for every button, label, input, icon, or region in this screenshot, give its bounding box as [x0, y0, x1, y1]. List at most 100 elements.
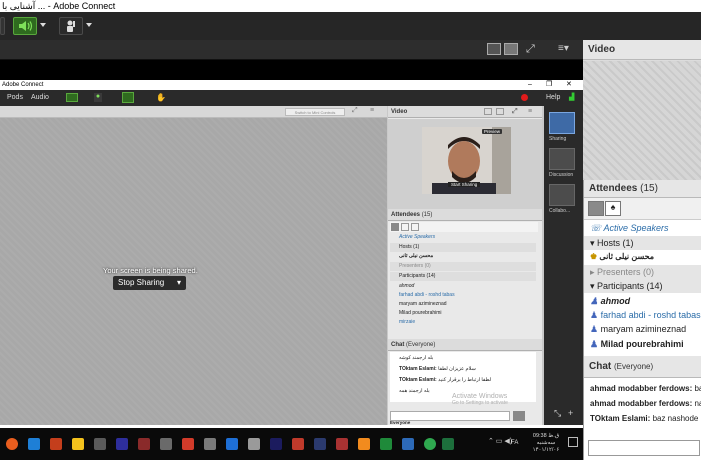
speaker-dropdown-icon[interactable] [40, 23, 46, 27]
inner-participants-group[interactable]: Participants (14) [390, 272, 536, 281]
participant-row[interactable]: ♟ Milad pourebrahimi [584, 337, 701, 351]
app-icon[interactable] [226, 438, 238, 450]
pod-menu-icon[interactable]: ≡ [528, 106, 532, 118]
layout-thumb-sharing[interactable] [549, 112, 575, 134]
window-title-bar: آشنایی با ... - Adobe Connect [0, 0, 701, 12]
inner-chat-sender: TOktam Eslami: [399, 377, 437, 383]
inner-chat-text: لطفا ارتباط را برقرار کنید [438, 377, 492, 383]
collapse-layouts-icon[interactable]: ⤡ [554, 408, 561, 419]
pod-menu-icon[interactable]: ≡▾ [558, 43, 574, 55]
notification-icon[interactable] [568, 437, 578, 447]
illustrator-icon[interactable] [358, 438, 370, 450]
presenters-group[interactable]: ▸ Presenters (0) [584, 265, 701, 279]
dropdown-icon: ▾ [176, 278, 181, 287]
app-icon[interactable] [160, 438, 172, 450]
language-indicator[interactable]: FA [511, 440, 518, 446]
status-dropdown-icon[interactable] [86, 23, 92, 27]
edge-icon[interactable] [28, 438, 40, 450]
inner-participant-row[interactable]: maryam azimineznad [390, 300, 536, 309]
tray-icons[interactable]: ⌃ ▭ ◀) [488, 437, 512, 445]
send-icon[interactable] [513, 411, 525, 421]
excel-icon[interactable] [442, 438, 454, 450]
participants-group[interactable]: ▾ Participants (14) [584, 279, 701, 293]
inner-participant-row[interactable]: mirzaie [390, 318, 536, 327]
layout-full-icon[interactable] [504, 43, 518, 55]
app-icon[interactable] [248, 438, 260, 450]
fullscreen-icon[interactable]: ⤢ [512, 106, 518, 118]
raise-hand-button[interactable] [59, 17, 83, 35]
attendees-pod: Attendees (15) ♠ ☏ Active Speakers ▾ Hos… [583, 180, 701, 356]
inner-chat-scope: (Everyone) [406, 342, 436, 348]
app-icon[interactable] [94, 438, 106, 450]
window-title: آشنایی با ... - Adobe Connect [2, 1, 116, 11]
raise-hand-icon[interactable]: ✋ [156, 93, 166, 102]
layout-fit-icon[interactable] [487, 43, 501, 55]
windows-taskbar: ⌃ ▭ ◀) FA 09:38 ق.ظ سه‌شنبه ۱۴۰۱/۱۲/۰۶ [0, 428, 583, 460]
inner-host-row[interactable]: محسن نیلی ثانی [390, 252, 536, 261]
inner-participant-row[interactable]: Milad pourebrahimi [390, 309, 536, 318]
minimize-icon[interactable]: – [528, 80, 532, 90]
clock[interactable]: 09:38 ق.ظ سه‌شنبه ۱۴۰۱/۱۲/۰۶ [525, 433, 567, 454]
mic-icon[interactable]: ● [94, 93, 102, 102]
mini-controls-button[interactable]: Switch to Mini Controls [285, 108, 345, 116]
start-sharing-button[interactable]: Start Sharing [448, 182, 481, 187]
firefox-icon[interactable] [6, 438, 18, 450]
app-icon[interactable] [380, 438, 392, 450]
attendee-status-icon[interactable]: ♠ [605, 201, 621, 216]
menu-pods[interactable]: Pods [7, 94, 23, 101]
speaker-button[interactable] [13, 17, 37, 35]
participant-row[interactable]: ♟ maryam azimineznad [584, 322, 701, 336]
participant-row[interactable]: ♟ farhad abdi - roshd tabas [584, 308, 701, 322]
app-icon[interactable] [204, 438, 216, 450]
grid-view-icon[interactable] [401, 223, 409, 231]
webcam-icon[interactable] [122, 92, 134, 103]
inner-presenters-label: Presenters (0) [399, 263, 431, 269]
layout-icon[interactable] [484, 108, 492, 115]
share-pod-top-gap [0, 60, 583, 80]
list-view-icon[interactable] [391, 223, 399, 231]
share-pod-header: ⤢ ≡▾ [0, 40, 583, 60]
explorer-icon[interactable] [72, 438, 84, 450]
hosts-group[interactable]: ▾ Hosts (1) [584, 236, 701, 250]
chrome-icon[interactable] [424, 438, 436, 450]
layout-thumb-discussion[interactable] [549, 148, 575, 170]
status-view-icon[interactable] [411, 223, 419, 231]
inner-participant-row[interactable]: farhad abdi - roshd tabas [390, 291, 536, 300]
participant-row[interactable]: ♟ ahmod [584, 294, 701, 308]
inner-participant-row[interactable]: ahmod [390, 282, 536, 291]
photoshop-icon[interactable] [270, 438, 282, 450]
powerpoint-icon[interactable] [50, 438, 62, 450]
menu-help[interactable]: Help [546, 94, 560, 101]
inner-chat-text: سلام عزیزان لطفا [438, 366, 476, 372]
app-icon[interactable] [182, 438, 194, 450]
speaker-icon-small: ☏ [590, 223, 602, 233]
inner-window-title: Adobe Connect [2, 82, 44, 88]
inner-hosts-group[interactable]: Hosts (1) [390, 243, 536, 252]
app-icon[interactable] [138, 438, 150, 450]
add-layout-icon[interactable]: + [568, 408, 573, 418]
list-view-icon[interactable] [588, 201, 604, 216]
pod-menu-icon[interactable]: ≡ [370, 107, 374, 114]
fullscreen-icon[interactable]: ⤢ [352, 107, 358, 115]
stop-sharing-button[interactable]: Stop Sharing ▾ [113, 276, 186, 290]
layout-thumb-collaboration[interactable] [549, 184, 575, 206]
app-icon[interactable] [292, 438, 304, 450]
layout-icon[interactable] [496, 108, 504, 115]
main-toolbar [0, 12, 701, 40]
inner-attendees-count: (15) [421, 212, 433, 218]
host-row[interactable]: ♚ محسن نیلی ثانی [584, 250, 701, 264]
app-icon[interactable] [402, 438, 414, 450]
inner-presenters-group[interactable]: Presenters (0) [390, 262, 536, 271]
app-icon[interactable] [116, 438, 128, 450]
inner-participants-label: Participants (14) [399, 273, 436, 279]
app-icon[interactable] [336, 438, 348, 450]
fullscreen-icon[interactable]: ⤢ [526, 43, 538, 55]
speaker-icon[interactable] [66, 93, 78, 102]
menu-audio[interactable]: Audio [31, 94, 49, 101]
app-icon[interactable] [314, 438, 326, 450]
chat-input[interactable] [588, 440, 700, 456]
maximize-icon[interactable]: ❐ [546, 80, 552, 90]
clock-time: 09:38 ق.ظ [532, 433, 560, 439]
record-icon[interactable] [521, 94, 528, 101]
close-icon[interactable]: ✕ [566, 80, 572, 90]
